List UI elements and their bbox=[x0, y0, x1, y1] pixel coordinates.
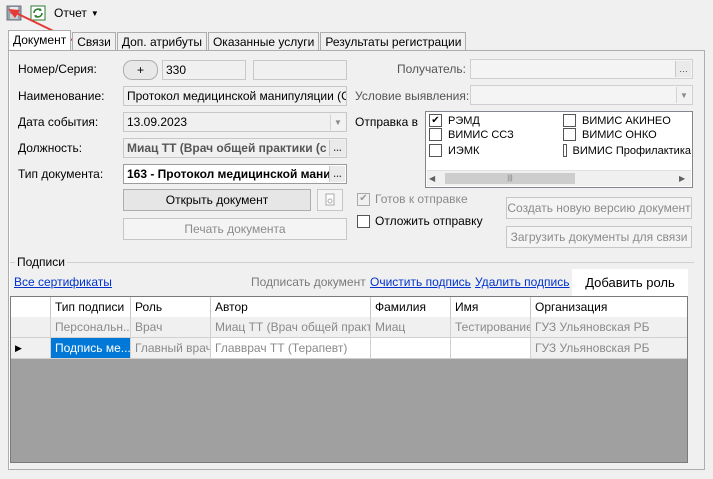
send-target-iemk[interactable]: ИЭМК bbox=[429, 144, 479, 157]
send-target-label: ВИМИС ОНКО bbox=[582, 128, 657, 141]
horizontal-scrollbar[interactable]: ◀ ||| ▶ bbox=[427, 170, 691, 186]
series-field[interactable] bbox=[253, 60, 347, 80]
column-header[interactable]: Организация bbox=[531, 297, 687, 318]
open-document-button[interactable]: Открыть документ bbox=[123, 189, 311, 211]
checkbox-icon[interactable] bbox=[357, 214, 370, 228]
table-cell[interactable]: Миац ТТ (Врач общей практ... bbox=[211, 317, 371, 338]
tab-registration-results[interactable]: Результаты регистрации bbox=[320, 32, 467, 51]
column-header[interactable]: Роль bbox=[131, 297, 211, 318]
position-field[interactable]: Миац ТТ (Врач общей практики (с … bbox=[123, 138, 347, 158]
send-target-label: РЭМД bbox=[448, 114, 480, 127]
table-cell[interactable]: Тестирование bbox=[451, 317, 531, 338]
table-row[interactable]: Персональн... Врач Миац ТТ (Врач общей п… bbox=[11, 317, 687, 338]
document-icon[interactable] bbox=[317, 189, 343, 211]
checkbox-icon[interactable] bbox=[563, 114, 576, 127]
table-header: Тип подписи Роль Автор Фамилия Имя Орган… bbox=[11, 297, 687, 318]
send-target-label: ИЭМК bbox=[448, 144, 480, 157]
add-role-button[interactable]: Добавить роль bbox=[572, 269, 688, 296]
table-cell[interactable]: Миац bbox=[371, 317, 451, 338]
number-label: Номер/Серия: bbox=[18, 62, 97, 76]
table-cell[interactable] bbox=[371, 338, 451, 359]
date-label: Дата события: bbox=[18, 115, 99, 129]
send-targets-list[interactable]: ✔ РЭМД ВИМИС АКИНЕО ВИМИС ССЗ ВИМИС ОНКО… bbox=[425, 111, 693, 188]
chevron-right-icon[interactable]: ▶ bbox=[679, 174, 685, 183]
send-target-vimis-prof[interactable]: ВИМИС Профилактика bbox=[563, 144, 691, 157]
number-field[interactable]: 330 bbox=[162, 60, 246, 80]
postpone-send-label: Отложить отправку bbox=[375, 214, 483, 228]
table-cell[interactable]: ГУЗ Ульяновская РБ bbox=[531, 338, 687, 359]
send-target-vimis-onko[interactable]: ВИМИС ОНКО bbox=[563, 128, 657, 141]
tab-extra-attributes[interactable]: Доп. атрибуты bbox=[116, 32, 207, 51]
recipient-field[interactable]: … bbox=[470, 59, 693, 79]
checkbox-icon[interactable] bbox=[429, 144, 442, 157]
send-target-vimis-akineo[interactable]: ВИМИС АКИНЕО bbox=[563, 114, 671, 127]
recipient-label: Получатель: bbox=[397, 62, 466, 76]
column-header[interactable]: Тип подписи bbox=[51, 297, 131, 318]
chevron-down-icon[interactable]: ▼ bbox=[676, 87, 691, 103]
column-header[interactable]: Имя bbox=[451, 297, 531, 318]
table-row[interactable]: ▶ Подпись ме... Главный врач Главврач ТТ… bbox=[11, 338, 687, 359]
table-cell[interactable]: Врач bbox=[131, 317, 211, 338]
checkbox-icon[interactable] bbox=[563, 144, 567, 157]
column-header[interactable]: Автор bbox=[211, 297, 371, 318]
clear-signature-link[interactable]: Очистить подпись bbox=[370, 275, 471, 289]
sign-document-link[interactable]: Подписать документ bbox=[251, 275, 366, 289]
postpone-send-checkbox[interactable]: Отложить отправку bbox=[357, 214, 483, 228]
send-target-label: ВИМИС Профилактика bbox=[572, 144, 691, 157]
chevron-down-icon: ▼ bbox=[90, 8, 99, 18]
send-to-label: Отправка в bbox=[355, 115, 418, 129]
table-cell[interactable]: ГУЗ Ульяновская РБ bbox=[531, 317, 687, 338]
all-certificates-link[interactable]: Все сертификаты bbox=[14, 275, 112, 289]
signatures-table[interactable]: Тип подписи Роль Автор Фамилия Имя Орган… bbox=[10, 296, 688, 463]
doctype-field[interactable]: 163 - Протокол медицинской мани … bbox=[123, 164, 347, 184]
row-indicator: ▶ bbox=[11, 338, 51, 359]
send-target-label: ВИМИС АКИНЕО bbox=[582, 114, 671, 127]
send-target-vimis-ssz[interactable]: ВИМИС ССЗ bbox=[429, 128, 514, 141]
load-documents-button[interactable]: Загрузить документы для связи bbox=[506, 226, 692, 248]
table-cell[interactable] bbox=[451, 338, 531, 359]
checkbox-icon[interactable] bbox=[429, 128, 442, 141]
scrollbar-thumb[interactable]: ||| bbox=[445, 173, 575, 184]
table-cell[interactable]: Главврач ТТ (Терапевт) bbox=[211, 338, 371, 359]
chevron-left-icon[interactable]: ◀ bbox=[429, 174, 435, 183]
tab-document[interactable]: Документ bbox=[8, 30, 72, 51]
table-cell[interactable]: Главный врач bbox=[131, 338, 211, 359]
date-field[interactable]: 13.09.2023 ▼ bbox=[123, 112, 347, 132]
checkbox-icon[interactable] bbox=[563, 128, 576, 141]
ellipsis-icon[interactable]: … bbox=[329, 140, 345, 156]
chevron-down-icon[interactable]: ▼ bbox=[330, 114, 345, 130]
position-label: Должность: bbox=[18, 141, 83, 155]
send-target-label: ВИМИС ССЗ bbox=[448, 128, 514, 141]
tab-strip: Документ Связи Доп. атрибуты Оказанные у… bbox=[8, 30, 467, 51]
send-target-remd[interactable]: ✔ РЭМД bbox=[429, 114, 480, 127]
signatures-divider bbox=[10, 262, 694, 263]
row-indicator bbox=[11, 317, 51, 338]
create-version-button[interactable]: Создать новую версию документ bbox=[506, 197, 692, 219]
condition-field[interactable]: ▼ bbox=[470, 85, 693, 105]
toolbar: Отчет ▼ bbox=[0, 0, 713, 26]
column-header[interactable]: Фамилия bbox=[371, 297, 451, 318]
ready-to-send-checkbox[interactable]: ✔ Готов к отправке bbox=[357, 192, 468, 206]
table-cell[interactable]: Персональн... bbox=[51, 317, 131, 338]
date-value: 13.09.2023 bbox=[127, 115, 188, 129]
doctype-label: Тип документа: bbox=[18, 167, 104, 181]
tab-links[interactable]: Связи bbox=[72, 32, 116, 51]
condition-label: Условие выявления: bbox=[355, 89, 470, 103]
delete-signature-link[interactable]: Удалить подпись bbox=[475, 275, 570, 289]
table-cell[interactable]: Подпись ме... bbox=[51, 338, 131, 359]
name-field[interactable]: Протокол медицинской манипуляции (CDA bbox=[123, 86, 347, 106]
signatures-group-label: Подписи bbox=[15, 255, 67, 269]
position-value: Миац ТТ (Врач общей практики (с bbox=[127, 141, 327, 155]
print-document-button[interactable]: Печать документа bbox=[123, 218, 347, 240]
checkbox-checked-icon[interactable]: ✔ bbox=[429, 114, 442, 127]
ellipsis-icon[interactable]: … bbox=[329, 166, 345, 182]
name-label: Наименование: bbox=[18, 89, 105, 103]
add-number-button[interactable]: + bbox=[123, 60, 158, 80]
tab-services[interactable]: Оказанные услуги bbox=[207, 32, 320, 51]
ready-to-send-label: Готов к отправке bbox=[375, 192, 468, 206]
doctype-value: 163 - Протокол медицинской мани bbox=[127, 167, 331, 181]
ellipsis-icon[interactable]: … bbox=[675, 61, 691, 77]
column-header[interactable] bbox=[11, 297, 51, 318]
checkbox-checked-icon[interactable]: ✔ bbox=[357, 192, 370, 206]
